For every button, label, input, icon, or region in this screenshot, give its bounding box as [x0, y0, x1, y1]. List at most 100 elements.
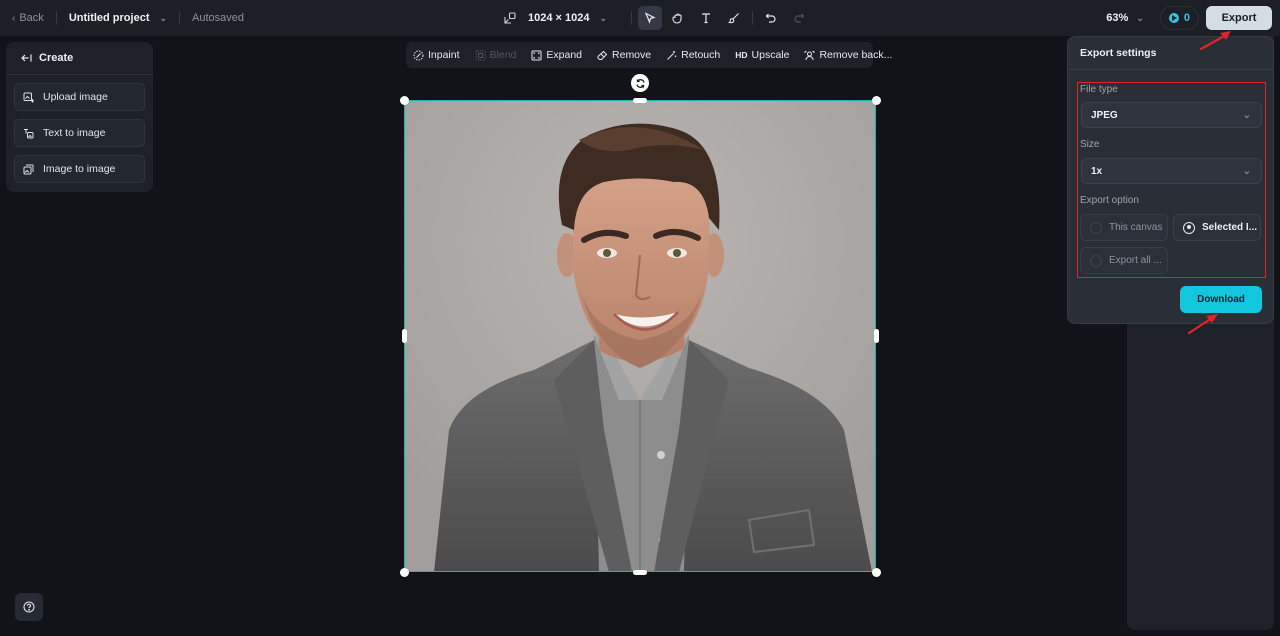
export-option-label: Export option	[1080, 195, 1139, 206]
canvas-image-layer[interactable]	[399, 95, 881, 577]
upscale-label: Upscale	[751, 49, 790, 61]
hand-tool[interactable]	[666, 6, 690, 30]
download-button[interactable]: Download	[1180, 286, 1262, 313]
remove-background-icon	[804, 50, 815, 61]
help-icon	[23, 601, 35, 613]
save-status: Autosaved	[192, 12, 245, 24]
expand-button[interactable]: Expand	[531, 49, 582, 61]
chevron-left-icon: ‹	[12, 12, 16, 24]
export-settings-popover: Export settings File type JPEG ⌄ Size 1x…	[1067, 36, 1274, 324]
chevron-down-icon: ⌄	[159, 12, 168, 23]
resize-handle-top-left[interactable]	[399, 95, 409, 105]
chevron-down-icon: ⌄	[1136, 12, 1144, 23]
expand-label: Expand	[546, 49, 583, 61]
export-option-export-all[interactable]: Export all ...	[1080, 247, 1168, 274]
blend-button[interactable]: Blend	[475, 49, 517, 61]
blend-icon	[475, 50, 486, 61]
redo-icon	[794, 13, 805, 23]
remove-background-button[interactable]: Remove back...	[804, 49, 892, 61]
undo-button[interactable]	[759, 6, 783, 30]
chevron-down-icon: ⌄	[599, 12, 608, 23]
resize-handle-right[interactable]	[873, 329, 879, 343]
canvas-size: 1024 × 1024	[528, 12, 590, 24]
remove-label: Remove	[612, 49, 652, 61]
credits-icon	[1168, 13, 1179, 23]
hd-icon: HD	[735, 50, 748, 60]
file-type-label: File type	[1080, 84, 1118, 95]
create-item-label: Text to image	[43, 127, 106, 139]
inpaint-label: Inpaint	[428, 49, 460, 61]
radio-unchecked-icon	[1090, 221, 1102, 234]
credits-count: 0	[1183, 12, 1190, 24]
back-label: Back	[19, 12, 44, 24]
file-type-select[interactable]: JPEG ⌄	[1081, 102, 1262, 128]
resize-icon	[504, 12, 516, 24]
file-type-value: JPEG	[1091, 109, 1118, 121]
project-title-dropdown[interactable]: Untitled project ⌄	[69, 12, 167, 24]
edit-toolbar: Inpaint Blend Expand Remove Retouch HD U…	[406, 42, 892, 68]
size-select[interactable]: 1x ⌄	[1081, 158, 1262, 184]
text-tool[interactable]	[694, 6, 718, 30]
top-bar: ‹ Back Untitled project ⌄ Autosaved 1024…	[0, 0, 1280, 36]
option-label: Export all ...	[1109, 255, 1162, 266]
upscale-button[interactable]: HD Upscale	[735, 49, 789, 61]
divider	[55, 11, 57, 25]
resize-handle-top[interactable]	[633, 97, 647, 103]
export-option-this-canvas[interactable]: This canvas	[1080, 214, 1168, 241]
option-label: Selected I...	[1202, 222, 1258, 233]
size-label: Size	[1080, 139, 1100, 150]
chevron-down-icon: ⌄	[1242, 109, 1251, 121]
help-button[interactable]	[15, 593, 43, 621]
remove-button[interactable]: Remove	[597, 49, 651, 61]
divider	[179, 11, 181, 25]
retouch-button[interactable]: Retouch	[666, 49, 720, 61]
back-button[interactable]: ‹ Back	[12, 12, 44, 24]
credits-badge[interactable]: 0	[1159, 6, 1199, 30]
radio-unchecked-icon	[1090, 254, 1102, 267]
resize-handle-left[interactable]	[401, 329, 407, 343]
upload-image-icon	[23, 92, 34, 102]
selection-border	[404, 100, 876, 572]
resize-button[interactable]	[498, 6, 522, 30]
zoom-level-dropdown[interactable]: 63% ⌄	[1106, 12, 1144, 24]
resize-handle-bottom-left[interactable]	[399, 567, 409, 577]
zoom-level: 63%	[1106, 12, 1129, 24]
upload-image-button[interactable]: Upload image	[14, 83, 145, 111]
size-value: 1x	[1091, 165, 1103, 177]
export-settings-title: Export settings	[1068, 37, 1273, 70]
export-option-selected-layers[interactable]: Selected I...	[1173, 214, 1261, 241]
select-pointer-icon	[644, 12, 656, 24]
export-button[interactable]: Export	[1206, 6, 1272, 30]
magic-wand-icon	[666, 50, 677, 61]
hand-icon	[672, 13, 682, 24]
option-label: This canvas	[1109, 222, 1163, 233]
chevron-down-icon: ⌄	[1242, 165, 1251, 177]
rotate-handle[interactable]	[631, 74, 649, 92]
redo-button[interactable]	[787, 6, 811, 30]
project-title: Untitled project	[68, 12, 150, 24]
rotate-icon	[635, 78, 645, 88]
resize-handle-top-right[interactable]	[871, 95, 881, 105]
inpaint-button[interactable]: Inpaint	[413, 49, 460, 61]
radio-checked-icon	[1183, 221, 1195, 234]
collapse-left-icon	[21, 54, 32, 62]
create-panel: Create Upload image Text to image Image …	[6, 42, 153, 192]
resize-handle-bottom[interactable]	[633, 569, 647, 575]
create-panel-header[interactable]: Create	[6, 42, 153, 75]
text-to-image-button[interactable]: Text to image	[14, 119, 145, 147]
create-panel-title: Create	[39, 52, 74, 64]
eraser-icon	[597, 50, 608, 61]
create-item-label: Upload image	[43, 91, 108, 103]
image-to-image-icon	[23, 164, 34, 174]
divider	[631, 11, 633, 25]
select-tool[interactable]	[638, 6, 663, 30]
resize-handle-bottom-right[interactable]	[871, 567, 881, 577]
create-item-label: Image to image	[43, 163, 116, 175]
canvas-size-dropdown[interactable]: 1024 × 1024 ⌄	[528, 12, 607, 24]
brush-tool[interactable]	[722, 6, 746, 30]
image-to-image-button[interactable]: Image to image	[14, 155, 145, 183]
text-icon	[702, 13, 711, 24]
expand-icon	[531, 50, 542, 61]
blend-label: Blend	[489, 49, 517, 61]
divider	[752, 11, 754, 25]
